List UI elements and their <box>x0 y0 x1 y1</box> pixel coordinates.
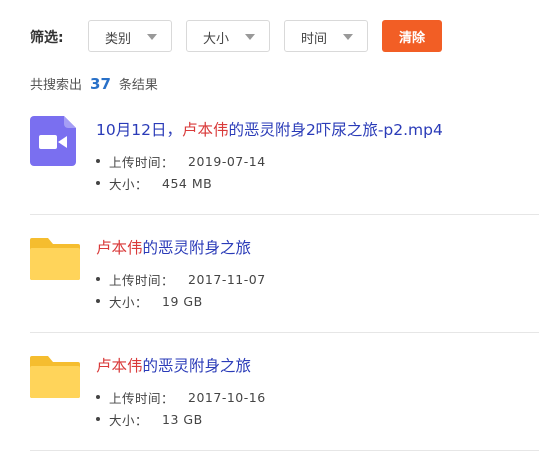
upload-time-key: 上传时间： <box>109 390 175 406</box>
time-dropdown[interactable]: 时间 <box>284 20 368 52</box>
upload-time-row: 上传时间： 2017-10-16 <box>96 386 266 408</box>
chevron-down-icon <box>245 34 255 40</box>
divider <box>30 332 539 333</box>
search-results-page: 筛选: 类别 大小 时间 清除 共搜索出 37 条结果 10月12日，卢本伟的恶… <box>0 0 539 452</box>
result-title-link[interactable]: 10月12日，卢本伟的恶灵附身2吓尿之旅-p2.mp4 <box>96 118 443 140</box>
result-title-link[interactable]: 卢本伟的恶灵附身之旅 <box>96 354 251 376</box>
bullet-icon <box>96 299 100 303</box>
upload-time-key: 上传时间： <box>109 154 175 170</box>
filter-bar: 筛选: 类别 大小 时间 清除 <box>0 20 539 52</box>
size-key: 大小： <box>109 294 149 310</box>
upload-time-key: 上传时间： <box>109 272 175 288</box>
divider <box>30 450 539 451</box>
video-file-icon[interactable] <box>30 116 76 170</box>
bullet-icon <box>96 417 100 421</box>
list-item: 卢本伟的恶灵附身之旅 上传时间： 2017-10-16 大小： 13 GB <box>30 352 539 432</box>
type-dropdown[interactable]: 类别 <box>88 20 172 52</box>
title-rest: 的恶灵附身之旅 <box>142 239 252 257</box>
title-rest: 的恶灵附身之旅 <box>142 357 252 375</box>
result-meta: 上传时间： 2017-11-07 大小： 19 GB <box>96 268 266 312</box>
size-row: 大小： 13 GB <box>96 408 266 430</box>
type-dropdown-label: 类别 <box>105 32 132 47</box>
clear-button[interactable]: 清除 <box>382 20 442 52</box>
result-meta: 上传时间： 2017-10-16 大小： 13 GB <box>96 386 266 430</box>
size-value: 13 GB <box>162 411 203 427</box>
size-row: 大小： 454 MB <box>96 172 266 194</box>
result-count-number: 37 <box>90 75 111 93</box>
bullet-icon <box>96 277 100 281</box>
filter-label: 筛选: <box>30 30 64 46</box>
divider <box>30 214 539 215</box>
bullet-icon <box>96 159 100 163</box>
size-dropdown-label: 大小 <box>203 32 230 47</box>
bullet-icon <box>96 395 100 399</box>
result-count: 共搜索出 37 条结果 <box>30 74 158 94</box>
folder-icon[interactable] <box>30 238 80 284</box>
size-key: 大小： <box>109 412 149 428</box>
size-key: 大小： <box>109 176 149 192</box>
result-title-link[interactable]: 卢本伟的恶灵附身之旅 <box>96 236 251 258</box>
result-count-suffix: 条结果 <box>118 78 158 93</box>
size-dropdown[interactable]: 大小 <box>186 20 270 52</box>
upload-time-value: 2017-10-16 <box>188 389 266 405</box>
upload-time-row: 上传时间： 2017-11-07 <box>96 268 266 290</box>
result-count-prefix: 共搜索出 <box>30 78 83 93</box>
result-meta: 上传时间： 2019-07-14 大小： 454 MB <box>96 150 266 194</box>
chevron-down-icon <box>147 34 157 40</box>
title-highlight: 卢本伟 <box>96 239 143 257</box>
upload-time-value: 2017-11-07 <box>188 271 266 287</box>
title-highlight: 卢本伟 <box>96 357 143 375</box>
chevron-down-icon <box>343 34 353 40</box>
list-item: 10月12日，卢本伟的恶灵附身2吓尿之旅-p2.mp4 上传时间： 2019-0… <box>30 116 539 196</box>
time-dropdown-label: 时间 <box>301 32 328 47</box>
list-item: 卢本伟的恶灵附身之旅 上传时间： 2017-11-07 大小： 19 GB <box>30 234 539 314</box>
bullet-icon <box>96 181 100 185</box>
size-value: 454 MB <box>162 175 213 191</box>
upload-time-row: 上传时间： 2019-07-14 <box>96 150 266 172</box>
size-value: 19 GB <box>162 293 203 309</box>
title-highlight: 卢本伟 <box>181 121 229 139</box>
size-row: 大小： 19 GB <box>96 290 266 312</box>
folder-icon[interactable] <box>30 356 80 402</box>
upload-time-value: 2019-07-14 <box>188 153 266 169</box>
title-prefix: 10月12日， <box>96 121 182 139</box>
title-rest: 的恶灵附身2吓尿之旅-p2.mp4 <box>228 121 443 139</box>
